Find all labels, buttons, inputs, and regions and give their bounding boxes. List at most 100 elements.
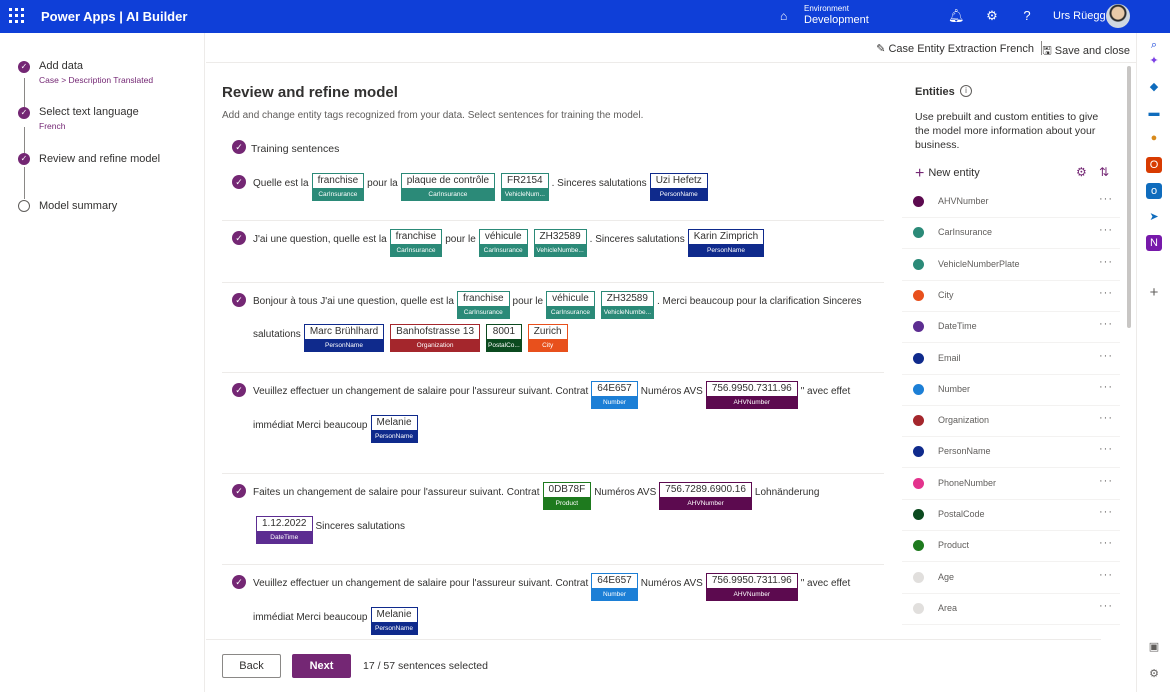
tagged-word[interactable]: FR2154 (501, 173, 549, 189)
tagged-word[interactable]: ZH32589 (533, 229, 587, 245)
app-title[interactable]: Power Apps | AI Builder (41, 9, 187, 24)
add-icon[interactable]: + (1146, 285, 1162, 301)
onenote-icon[interactable]: N (1146, 235, 1162, 251)
tagged-word[interactable]: véhicule (546, 291, 595, 307)
tagged-word[interactable]: 756.7289.6900.16 (659, 482, 752, 498)
entity-label[interactable]: AHVNumber (705, 589, 798, 601)
tagged-word[interactable]: 64E657 (591, 573, 638, 589)
entity-tag[interactable]: Melanie PersonName (370, 415, 418, 443)
entity-row[interactable]: Number ··· (902, 375, 1120, 406)
entity-tag[interactable]: Uzi Hefetz PersonName (649, 173, 708, 201)
entity-label[interactable]: Number (591, 397, 638, 409)
tagged-word[interactable]: Melanie (370, 415, 418, 431)
entity-label[interactable]: VehicleNumbe... (533, 245, 587, 257)
tagged-word[interactable]: 756.9950.7311.96 (705, 381, 798, 397)
more-icon[interactable]: ··· (1099, 412, 1113, 424)
sort-icon[interactable]: ⇅ (1099, 165, 1109, 179)
entity-label[interactable]: VehicleNum... (501, 189, 549, 201)
entity-label[interactable]: DateTime (256, 532, 313, 544)
tag-icon[interactable]: ◆ (1146, 79, 1162, 95)
more-icon[interactable]: ··· (1099, 318, 1113, 330)
environment-icon[interactable]: ⌂ (780, 9, 787, 23)
entity-row[interactable]: PhoneNumber ··· (902, 469, 1120, 500)
entity-tag[interactable]: 64E657 Number (591, 381, 638, 409)
tagged-word[interactable]: 756.9950.7311.96 (705, 573, 798, 589)
entity-tag[interactable]: 756.7289.6900.16 AHVNumber (659, 482, 752, 510)
entity-tag[interactable]: 756.9950.7311.96 AHVNumber (705, 573, 798, 601)
bell-icon[interactable]: 🔔︎ (948, 8, 965, 24)
sentence-checkbox[interactable]: ✓ (232, 293, 246, 307)
entity-label[interactable]: AHVNumber (659, 498, 752, 510)
entity-tag[interactable]: véhicule CarInsurance (546, 291, 595, 319)
sentence-checkbox[interactable]: ✓ (232, 383, 246, 397)
entity-tag[interactable]: FR2154 VehicleNum... (501, 173, 549, 201)
save-and-close-button[interactable]: 🖫 Save and close (1042, 42, 1130, 61)
tagged-word[interactable]: 1.12.2022 (256, 516, 313, 532)
sentence-checkbox[interactable]: ✓ (232, 231, 246, 245)
entity-tag[interactable]: franchise CarInsurance (389, 229, 443, 257)
entity-tag[interactable]: 1.12.2022 DateTime (256, 516, 313, 544)
sentence-checkbox[interactable]: ✓ (232, 575, 246, 589)
entity-tag[interactable]: 756.9950.7311.96 AHVNumber (705, 381, 798, 409)
gear-icon[interactable]: ⚙ (1146, 666, 1162, 682)
entity-settings-icon[interactable]: ⚙ (1076, 165, 1087, 179)
entity-tag[interactable]: Melanie PersonName (370, 607, 418, 635)
entity-label[interactable]: Number (591, 589, 638, 601)
entity-tag[interactable]: plaque de contrôle CarInsurance (400, 173, 496, 201)
entity-tag[interactable]: Marc Brühlhard PersonName (303, 324, 385, 352)
search-icon[interactable]: ⌕ (1146, 37, 1162, 53)
entity-row[interactable]: AHVNumber ··· (902, 187, 1120, 218)
tagged-word[interactable]: Zurich (527, 324, 568, 340)
entity-label[interactable]: CarInsurance (478, 245, 528, 257)
tagged-word[interactable]: Uzi Hefetz (649, 173, 708, 189)
entity-label[interactable]: PersonName (370, 623, 418, 635)
gear-icon[interactable]: ⚙ (984, 8, 1000, 24)
entity-row[interactable]: Product ··· (902, 531, 1120, 563)
entities-scrollbar[interactable] (1127, 66, 1131, 328)
entity-tag[interactable]: ZH32589 VehicleNumbe... (533, 229, 587, 257)
entity-tag[interactable]: 8001 PostalCo... (486, 324, 522, 352)
office-icon[interactable]: O (1146, 157, 1162, 173)
select-all-checkbox[interactable]: ✓ (232, 140, 246, 154)
tagged-word[interactable]: franchise (456, 291, 510, 307)
more-icon[interactable]: ··· (1099, 193, 1113, 205)
tagged-word[interactable]: franchise (389, 229, 443, 245)
entity-row[interactable]: Email ··· (902, 344, 1120, 375)
info-icon[interactable]: i (960, 85, 972, 97)
entity-row[interactable]: DateTime ··· (902, 312, 1120, 344)
entity-tag[interactable]: véhicule CarInsurance (478, 229, 528, 257)
copilot-icon[interactable]: ✦ (1146, 53, 1162, 69)
more-icon[interactable]: ··· (1099, 475, 1113, 487)
entity-label[interactable]: CarInsurance (546, 307, 595, 319)
entity-row[interactable]: City ··· (902, 281, 1120, 312)
entity-label[interactable]: City (527, 340, 568, 352)
entity-tag[interactable]: Banhofstrasse 13 Organization (390, 324, 480, 352)
more-icon[interactable]: ··· (1099, 506, 1113, 518)
more-icon[interactable]: ··· (1099, 443, 1113, 455)
entity-tag[interactable]: 64E657 Number (591, 573, 638, 601)
more-icon[interactable]: ··· (1099, 381, 1113, 393)
tagged-word[interactable]: ZH32589 (600, 291, 654, 307)
entity-tag[interactable]: Zurich City (527, 324, 568, 352)
tagged-word[interactable]: véhicule (478, 229, 528, 245)
entity-label[interactable]: PersonName (303, 340, 385, 352)
entity-label[interactable]: Organization (390, 340, 480, 352)
entity-label[interactable]: CarInsurance (389, 245, 443, 257)
entity-label[interactable]: VehicleNumbe... (600, 307, 654, 319)
help-icon[interactable]: ? (1019, 8, 1035, 23)
entity-row[interactable]: PostalCode ··· (902, 500, 1120, 531)
entity-label[interactable]: CarInsurance (311, 189, 365, 201)
more-icon[interactable]: ··· (1099, 537, 1113, 549)
more-icon[interactable]: ··· (1099, 224, 1113, 236)
environment-name[interactable]: Development (804, 14, 869, 26)
outlook-icon[interactable]: o (1146, 183, 1162, 199)
entity-label[interactable]: PostalCo... (486, 340, 522, 352)
entity-row[interactable]: PersonName ··· (902, 437, 1120, 469)
tagged-word[interactable]: 64E657 (591, 381, 638, 397)
environment-label[interactable]: Environment (804, 4, 849, 13)
entity-tag[interactable]: franchise CarInsurance (311, 173, 365, 201)
tagged-word[interactable]: plaque de contrôle (400, 173, 496, 189)
entity-label[interactable]: CarInsurance (456, 307, 510, 319)
more-icon[interactable]: ··· (1099, 600, 1113, 612)
entity-tag[interactable]: franchise CarInsurance (456, 291, 510, 319)
